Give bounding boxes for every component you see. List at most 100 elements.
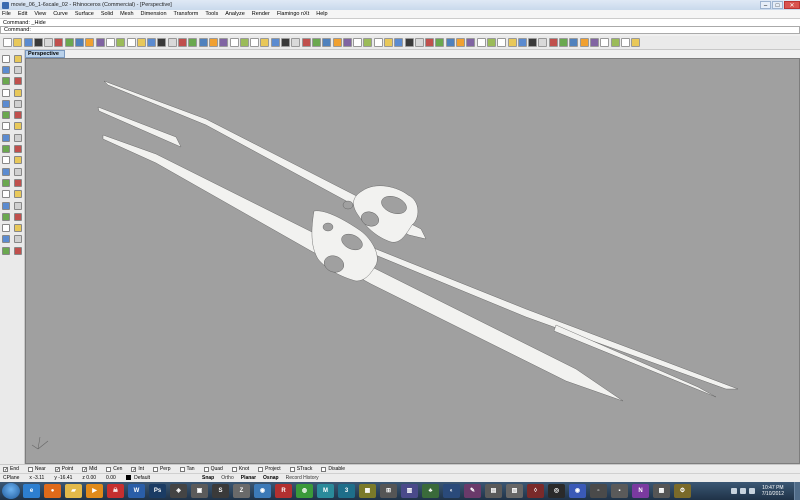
offset-icon[interactable]: [414, 38, 424, 47]
pan-icon[interactable]: [85, 38, 95, 47]
join-icon[interactable]: [342, 38, 352, 47]
planar-toggle[interactable]: Planar: [241, 475, 256, 481]
app-icon-14[interactable]: ▩: [653, 484, 670, 498]
options-icon[interactable]: [528, 38, 538, 47]
menu-analyze[interactable]: Analyze: [225, 11, 245, 17]
properties-icon[interactable]: [239, 38, 249, 47]
osnap-near[interactable]: Near: [27, 466, 46, 472]
app-icon-12[interactable]: ▫: [590, 484, 607, 498]
cplane-icon[interactable]: [208, 38, 218, 47]
osnap-point[interactable]: ✓ Point: [54, 466, 73, 472]
dims-icon[interactable]: [548, 38, 558, 47]
app-icon-15[interactable]: ⚙: [674, 484, 691, 498]
paste-icon[interactable]: [64, 38, 74, 47]
analyze-icon[interactable]: [2, 246, 10, 255]
osnap-int[interactable]: ✓ Int: [131, 466, 144, 472]
osnap-quad[interactable]: Quad: [203, 466, 223, 472]
polyline-icon[interactable]: [2, 65, 10, 74]
ungroup-icon[interactable]: [332, 38, 342, 47]
maya-icon[interactable]: M: [317, 484, 334, 498]
copy-icon[interactable]: [54, 38, 64, 47]
split-icon[interactable]: [14, 212, 22, 221]
rotate-icon[interactable]: [2, 178, 10, 187]
curve-icon[interactable]: [14, 65, 22, 74]
maximize-button[interactable]: □: [772, 1, 783, 9]
osnap-strack[interactable]: STrack: [289, 466, 312, 472]
explode-icon[interactable]: [353, 38, 363, 47]
app-icon-3[interactable]: ⊞: [380, 484, 397, 498]
rotate-icon[interactable]: [95, 38, 105, 47]
save-icon[interactable]: [23, 38, 33, 47]
osnap-perp[interactable]: Perp: [152, 466, 171, 472]
app-icon-2[interactable]: ▦: [359, 484, 376, 498]
app-icon-9[interactable]: ▧: [506, 484, 523, 498]
osnap-knot[interactable]: Knot: [231, 466, 249, 472]
viewport-canvas[interactable]: [26, 59, 800, 465]
hide-icon[interactable]: [281, 38, 291, 47]
zoom-window-icon[interactable]: [116, 38, 126, 47]
move-icon[interactable]: [445, 38, 455, 47]
eye-app-icon[interactable]: ◉: [569, 484, 586, 498]
osnap-knot-checkbox[interactable]: [231, 466, 237, 472]
menu-view[interactable]: View: [34, 11, 46, 17]
hatch-icon[interactable]: [569, 38, 579, 47]
record-history-toggle[interactable]: Record History: [286, 475, 319, 481]
app-icon-4[interactable]: ▥: [401, 484, 418, 498]
box-icon[interactable]: [2, 122, 10, 131]
zoom-extents-icon[interactable]: [126, 38, 136, 47]
max-icon[interactable]: 3: [338, 484, 355, 498]
menu-curve[interactable]: Curve: [53, 11, 68, 17]
show-desktop-button[interactable]: [794, 482, 800, 500]
trim-icon[interactable]: [2, 212, 10, 221]
open-icon[interactable]: [13, 38, 23, 47]
game-icon[interactable]: ☠: [107, 484, 124, 498]
new-icon[interactable]: [3, 38, 12, 47]
osnap-cen-checkbox[interactable]: [106, 466, 112, 472]
layer-icon[interactable]: [2, 235, 10, 244]
explode-icon[interactable]: [14, 201, 22, 210]
tray-volume-icon[interactable]: [739, 488, 746, 494]
split-icon[interactable]: [373, 38, 383, 47]
points-icon[interactable]: [620, 38, 630, 47]
help-icon[interactable]: [517, 38, 527, 47]
perspective-viewport[interactable]: [25, 58, 800, 464]
freeform-icon[interactable]: [14, 99, 22, 108]
menu-file[interactable]: File: [2, 11, 11, 17]
xray-icon[interactable]: [188, 38, 198, 47]
arc-icon[interactable]: [14, 77, 22, 86]
zoom-selected-icon[interactable]: [136, 38, 146, 47]
materials-icon[interactable]: [497, 38, 507, 47]
render-icon[interactable]: [14, 235, 22, 244]
cplane-label[interactable]: CPlane: [3, 475, 19, 481]
osnap-near-checkbox[interactable]: [27, 466, 33, 472]
app-icon-6[interactable]: ◐: [443, 484, 460, 498]
loft-icon[interactable]: [14, 111, 22, 120]
show-icon[interactable]: [291, 38, 301, 47]
sketchbook-icon[interactable]: S: [212, 484, 229, 498]
osnap-tan-checkbox[interactable]: [179, 466, 185, 472]
viewport-tab-perspective[interactable]: Perspective: [25, 50, 65, 58]
osnap-mid[interactable]: ✓ Mid: [82, 466, 97, 472]
osnap-mid-checkbox[interactable]: ✓: [82, 466, 87, 472]
chamfer-icon[interactable]: [404, 38, 414, 47]
mudbox-icon[interactable]: ◉: [254, 484, 271, 498]
folder-icon[interactable]: ▰: [65, 484, 82, 498]
circle-icon[interactable]: [2, 77, 10, 86]
rhino-app-icon[interactable]: [2, 1, 9, 9]
wire-icon[interactable]: [198, 38, 208, 47]
grid-icon[interactable]: [14, 246, 22, 255]
fillet-icon[interactable]: [394, 38, 404, 47]
unity-icon[interactable]: ◈: [170, 484, 187, 498]
polygon-icon[interactable]: [2, 99, 10, 108]
menu-mesh[interactable]: Mesh: [120, 11, 133, 17]
cut-icon[interactable]: [44, 38, 54, 47]
render-preview-icon[interactable]: [486, 38, 496, 47]
osnap-project-checkbox[interactable]: [258, 466, 264, 472]
flamingo-icon[interactable]: [538, 38, 548, 47]
revolve-icon[interactable]: [14, 133, 22, 142]
osnap-end[interactable]: ✓ End: [3, 466, 19, 472]
ie-icon[interactable]: e: [23, 484, 40, 498]
tray-flag-icon[interactable]: [748, 488, 755, 494]
curve-tools-icon[interactable]: [631, 38, 641, 47]
app-icon-5[interactable]: ♣: [422, 484, 439, 498]
